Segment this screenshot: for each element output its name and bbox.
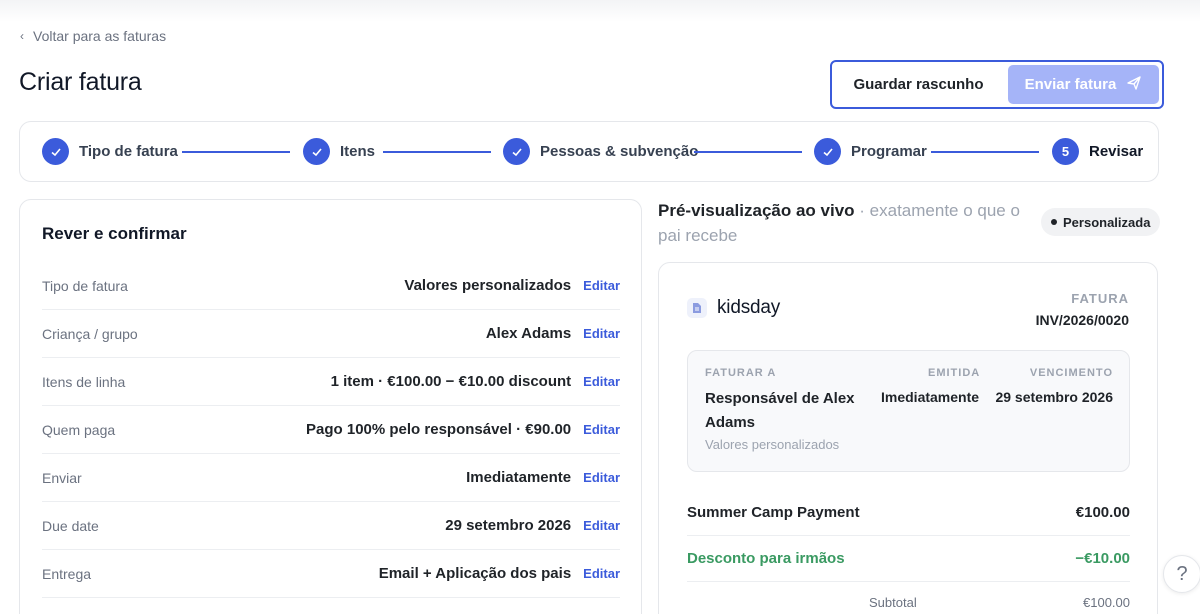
preview-heading: Pré-visualização ao vivo · exatamente o … — [658, 198, 1028, 248]
save-draft-button[interactable]: Guardar rascunho — [835, 65, 1002, 104]
check-icon — [303, 138, 330, 165]
review-key: Tipo de fatura — [42, 277, 128, 294]
chevron-left-icon: ‹ — [20, 29, 24, 43]
review-row: Quem paga Pago 100% pelo responsável · €… — [42, 406, 620, 454]
step-label: Pessoas & subvenção — [540, 143, 699, 160]
preview-title: Pré-visualização ao vivo — [658, 201, 855, 220]
line-label: Summer Camp Payment — [687, 504, 860, 521]
brand: kidsday — [687, 297, 780, 319]
send-invoice-button[interactable]: Enviar fatura — [1007, 65, 1159, 104]
review-card: Rever e confirmar Tipo de fatura Valores… — [19, 199, 642, 614]
edit-link[interactable]: Editar — [583, 374, 620, 389]
subtotal-label: Subtotal — [869, 594, 917, 610]
review-value: Valores personalizados — [404, 277, 572, 294]
edit-link[interactable]: Editar — [583, 278, 620, 293]
page-title: Criar fatura — [19, 68, 142, 96]
review-row: Itens de linha 1 item · €100.00 − €10.00… — [42, 358, 620, 406]
step-label: Programar — [851, 143, 927, 160]
line-label: Desconto para irmãos — [687, 550, 845, 567]
bill-to-caption: FATURAR A — [705, 367, 777, 379]
review-row: Enviar Imediatamente Editar — [42, 454, 620, 502]
step-invoice-type[interactable]: Tipo de fatura — [42, 138, 178, 165]
review-key: Entrega — [42, 565, 92, 582]
edit-link[interactable]: Editar — [583, 326, 620, 341]
subtotal-value: €100.00 — [1083, 594, 1130, 610]
step-connector — [383, 151, 491, 153]
review-value: 29 setembro 2026 — [445, 517, 572, 534]
invoice-lines: Summer Camp Payment €100.00 Desconto par… — [687, 490, 1130, 614]
send-invoice-label: Enviar fatura — [1024, 76, 1117, 93]
review-row: Entrega Email + Aplicação dos pais Edita… — [42, 550, 620, 598]
bill-to-box: FATURAR A Responsável de Alex Adams Valo… — [687, 350, 1130, 472]
due-caption: VENCIMENTO — [1029, 367, 1113, 379]
action-buttons: Guardar rascunho Enviar fatura — [830, 60, 1164, 109]
review-value: Alex Adams — [485, 325, 572, 342]
line-amount: −€10.00 — [1075, 550, 1130, 567]
review-key: Itens de linha — [42, 373, 126, 390]
invoice-number: INV/2026/0020 — [1035, 312, 1129, 328]
review-key: Criança / grupo — [42, 325, 138, 342]
bill-to-sub: Valores personalizados — [705, 437, 840, 452]
step-people-grant[interactable]: Pessoas & subvenção — [503, 138, 698, 165]
step-connector — [931, 151, 1039, 153]
edit-link[interactable]: Editar — [583, 422, 620, 437]
review-value: 1 item · €100.00 − €10.00 discount — [330, 373, 572, 390]
document-icon — [687, 298, 707, 318]
badge-label: Personalizada — [1063, 214, 1151, 230]
edit-link[interactable]: Editar — [583, 518, 620, 533]
edit-link[interactable]: Editar — [583, 470, 620, 485]
step-connector — [182, 151, 290, 153]
review-value: Email + Aplicação dos pais — [378, 565, 572, 582]
check-icon — [503, 138, 530, 165]
help-button[interactable]: ? — [1163, 555, 1200, 593]
line-amount: €100.00 — [1075, 504, 1130, 521]
review-row: Tipo de fatura Valores personalizados Ed… — [42, 262, 620, 310]
line-item-discount: Desconto para irmãos −€10.00 — [687, 536, 1130, 582]
review-value: Pago 100% pelo responsável · €90.00 — [306, 421, 572, 438]
brand-name: kidsday — [717, 297, 781, 318]
review-key: Due date — [42, 517, 99, 534]
subtotal-row: Subtotal €100.00 — [687, 582, 1130, 614]
bill-to-name: Responsável de Alex Adams — [705, 390, 855, 431]
review-row: Due date 29 setembro 2026 Editar — [42, 502, 620, 550]
step-review[interactable]: 5 Revisar — [1052, 138, 1143, 165]
step-items[interactable]: Itens — [303, 138, 375, 165]
review-value: Imediatamente — [466, 469, 572, 486]
step-label: Tipo de fatura — [79, 143, 178, 160]
progress-stepper: Tipo de fatura Itens Pessoas & subvenção… — [19, 121, 1159, 182]
dot-icon — [1051, 219, 1057, 225]
edit-link[interactable]: Editar — [583, 566, 620, 581]
step-schedule[interactable]: Programar — [814, 138, 927, 165]
issued-value: Imediatamente — [881, 389, 980, 405]
check-icon — [42, 138, 69, 165]
step-number: 5 — [1052, 138, 1079, 165]
review-key: Quem paga — [42, 421, 116, 438]
invoice-label: FATURA — [1071, 291, 1129, 306]
step-label: Revisar — [1089, 143, 1144, 160]
check-icon — [814, 138, 841, 165]
back-label: Voltar para as faturas — [33, 28, 167, 44]
step-label: Itens — [340, 143, 376, 160]
step-connector — [694, 151, 802, 153]
invoice-preview-card: kidsday FATURA INV/2026/0020 FATURAR A R… — [658, 262, 1158, 614]
due-value: 29 setembro 2026 — [995, 389, 1113, 405]
review-key: Enviar — [42, 469, 82, 486]
status-badge: Personalizada — [1041, 208, 1161, 236]
review-heading: Rever e confirmar — [42, 224, 187, 243]
send-icon — [1126, 75, 1142, 95]
issued-caption: EMITIDA — [928, 367, 981, 379]
back-link[interactable]: ‹ Voltar para as faturas — [20, 28, 166, 44]
review-row: Criança / grupo Alex Adams Editar — [42, 310, 620, 358]
line-item: Summer Camp Payment €100.00 — [687, 490, 1130, 536]
review-rows: Tipo de fatura Valores personalizados Ed… — [42, 262, 620, 598]
top-band — [0, 0, 1200, 22]
